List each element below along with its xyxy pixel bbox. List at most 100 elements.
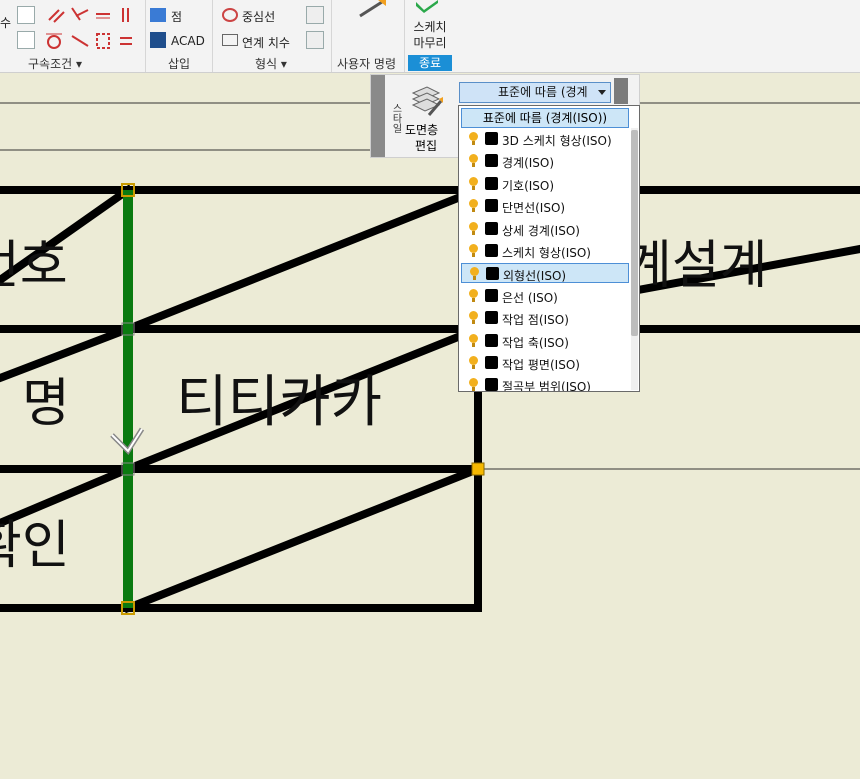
title-block-text[interactable]: 번호 xyxy=(0,236,68,296)
vertical-icon xyxy=(122,8,129,22)
layer-list-item-label: 기호(ISO) xyxy=(502,178,555,193)
title-block-text[interactable]: 계설계 xyxy=(624,236,768,296)
layer-list-item[interactable]: 은선 (ISO) xyxy=(461,286,629,306)
layer-list-item-label: 은선 (ISO) xyxy=(502,290,558,305)
ribbon-separator xyxy=(404,0,405,72)
layer-list-item-label: 단면선(ISO) xyxy=(502,201,566,216)
linked-dimension-label[interactable]: 연계 치수 xyxy=(242,34,290,51)
lightbulb-icon[interactable] xyxy=(469,333,478,347)
insert-group-label: 삽입 xyxy=(168,57,191,71)
format-icon-2[interactable] xyxy=(306,31,324,49)
layer-list-item[interactable]: 스케치 형상(ISO) xyxy=(461,241,629,261)
checkmark-icon[interactable] xyxy=(414,0,440,14)
layer-list-item-label: 스케치 형상(ISO) xyxy=(502,246,591,260)
lightbulb-icon[interactable] xyxy=(469,378,478,391)
format-icon-1[interactable] xyxy=(306,6,324,24)
layer-list-item-label: 작업 평면(ISO) xyxy=(502,358,580,372)
parallel-icon xyxy=(48,9,65,23)
equal-icon xyxy=(120,37,132,45)
pin-icon[interactable] xyxy=(614,78,628,104)
color-swatch[interactable] xyxy=(485,176,498,190)
finish-sketch-label-2[interactable]: 마무리 xyxy=(410,34,450,51)
point-label[interactable]: 점 xyxy=(171,8,182,25)
color-swatch[interactable] xyxy=(485,311,498,325)
layer-list-item-label: 작업 축(ISO) xyxy=(502,335,569,350)
color-swatch[interactable] xyxy=(485,221,498,235)
layer-list-item-label: 작업 점(ISO) xyxy=(502,313,569,328)
layer-list-item[interactable]: 3D 스케치 형상(ISO) xyxy=(461,129,629,149)
centerline-label[interactable]: 중심선 xyxy=(242,8,275,25)
color-swatch[interactable] xyxy=(486,267,499,281)
color-swatch[interactable] xyxy=(485,356,498,369)
layer-list-item[interactable]: 작업 평면(ISO) xyxy=(461,353,629,373)
linked-dimension-icon[interactable] xyxy=(222,34,238,46)
format-group-label[interactable]: 형식 ▾ xyxy=(255,55,287,72)
chevron-down-icon[interactable] xyxy=(598,90,606,95)
finish-group-label: 종료 xyxy=(408,55,452,71)
color-swatch[interactable] xyxy=(485,244,498,257)
layer-list-item-label: 절곡부 범위(ISO) xyxy=(502,380,591,392)
color-swatch[interactable] xyxy=(485,288,498,302)
horizontal-icon xyxy=(96,13,110,19)
lightbulb-icon[interactable] xyxy=(469,132,478,145)
layer-list-item-label: 3D 스케치 형상(ISO) xyxy=(502,134,612,148)
edit-layer-button[interactable]: 도면층 편집 xyxy=(387,79,449,155)
ribbon-separator xyxy=(212,0,213,72)
lightbulb-icon[interactable] xyxy=(469,356,478,369)
layer-list-item[interactable]: 외형선(ISO) xyxy=(461,263,629,284)
perpendicular-icon xyxy=(71,7,89,21)
coincident-constraint-icon[interactable] xyxy=(17,6,35,24)
layer-list-item-label: 외형선(ISO) xyxy=(503,269,567,284)
lightbulb-icon[interactable] xyxy=(469,221,478,235)
layer-list-item[interactable]: 작업 점(ISO) xyxy=(461,308,629,328)
lightbulb-icon[interactable] xyxy=(469,311,478,325)
color-swatch[interactable] xyxy=(485,378,498,391)
centerline-icon[interactable] xyxy=(222,8,238,22)
acad-icon[interactable] xyxy=(150,32,166,48)
layer-list-item[interactable]: 단면선(ISO) xyxy=(461,196,629,216)
edit-layer-label-2: 편집 xyxy=(415,139,438,153)
partial-label: 수 xyxy=(0,16,12,30)
lightbulb-icon[interactable] xyxy=(469,154,478,168)
layer-list-item[interactable]: 상세 경계(ISO) xyxy=(461,219,629,239)
fix-constraint-icon[interactable] xyxy=(17,31,35,49)
scrollbar-thumb[interactable] xyxy=(631,130,638,336)
lightbulb-icon[interactable] xyxy=(469,176,478,190)
constraint-icons[interactable] xyxy=(44,4,144,52)
lightbulb-icon[interactable] xyxy=(469,244,478,257)
symmetric-icon xyxy=(96,33,110,49)
layer-list-item[interactable]: 경계(ISO) xyxy=(461,151,629,171)
color-swatch[interactable] xyxy=(485,199,498,213)
title-block-text[interactable]: 명 xyxy=(22,374,70,434)
point-icon[interactable] xyxy=(150,8,166,22)
lightbulb-icon[interactable] xyxy=(469,199,478,213)
title-block-text[interactable]: 티티카카 xyxy=(176,370,382,435)
ribbon: 수 구속조건 ▾ 점 ACAD 삽입 중심선 연계 치수 형식 ▾ 사용자 명령… xyxy=(0,0,860,73)
smooth-icon xyxy=(71,35,89,47)
finish-sketch-label-1[interactable]: 스케치 xyxy=(410,18,450,35)
layers-icon xyxy=(411,86,443,116)
constraints-group-label[interactable]: 구속조건 ▾ xyxy=(28,55,82,72)
layer-list-item[interactable]: 작업 축(ISO) xyxy=(461,331,629,351)
grip-handle[interactable] xyxy=(471,462,485,476)
diagonal-line xyxy=(122,463,484,614)
layer-list-item[interactable]: 절곡부 범위(ISO) xyxy=(461,375,629,392)
diagonal-line xyxy=(0,323,134,383)
layer-list-item[interactable]: 기호(ISO) xyxy=(461,174,629,194)
user-command-icon[interactable] xyxy=(356,0,390,20)
diagonal-line xyxy=(0,463,134,528)
color-swatch[interactable] xyxy=(485,154,498,168)
user-commands-group-label: 사용자 명령 xyxy=(337,57,397,71)
layer-combo-box[interactable]: 표준에 따름 (경계 xyxy=(459,82,611,103)
lightbulb-icon[interactable] xyxy=(470,267,479,281)
color-swatch[interactable] xyxy=(485,132,498,145)
toolbar-grip-handle[interactable] xyxy=(371,75,385,157)
diagonal-line xyxy=(122,184,484,335)
acad-label[interactable]: ACAD xyxy=(171,34,205,48)
drawing-canvas[interactable]: 번호 명 티티카카 확인 계설계 xyxy=(0,73,860,779)
title-block-text[interactable]: 확인 xyxy=(0,516,70,576)
dropdown-header-item[interactable]: 표준에 따름 (경계(ISO)) xyxy=(461,108,629,128)
layer-dropdown-list[interactable]: 표준에 따름 (경계(ISO)) 3D 스케치 형상(ISO) 경계(ISO) 기호… xyxy=(458,105,640,392)
lightbulb-icon[interactable] xyxy=(469,288,478,302)
color-swatch[interactable] xyxy=(485,333,498,347)
